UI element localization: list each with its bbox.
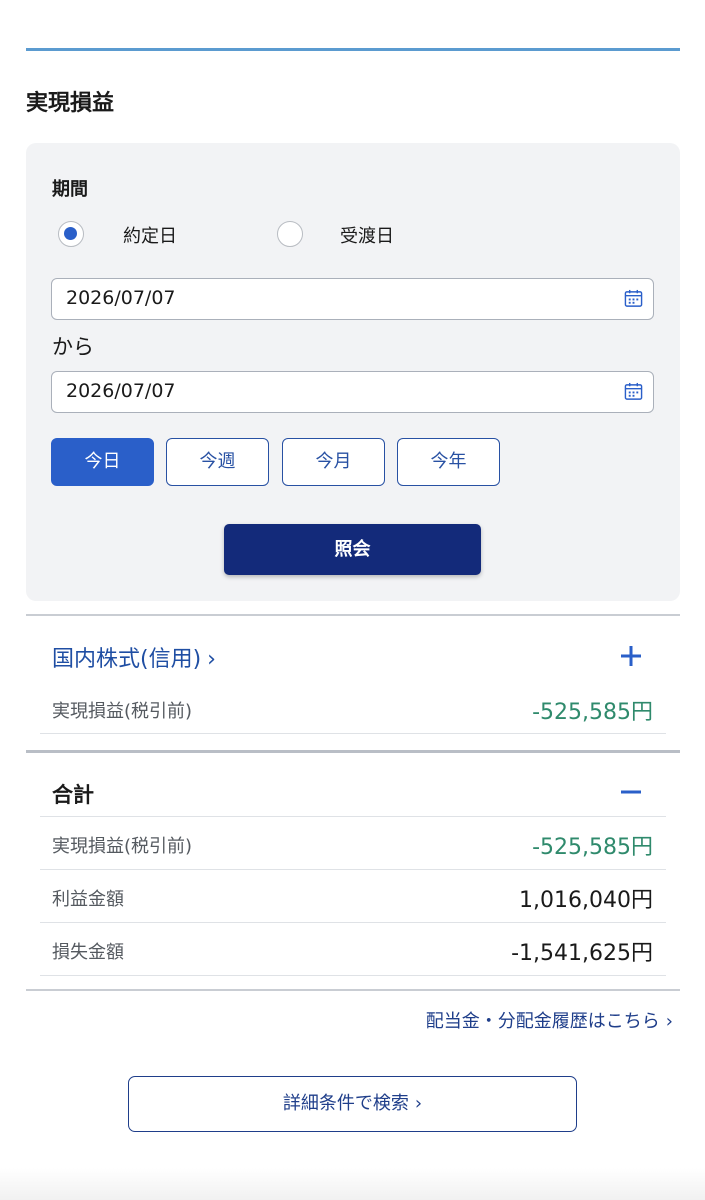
radio-trade-date-label[interactable]: 約定日 <box>123 222 177 248</box>
from-label: から <box>52 335 94 359</box>
advanced-search-button[interactable]: 詳細条件で検索 › <box>128 1076 577 1132</box>
profit-amount-label: 利益金額 <box>52 889 124 910</box>
calendar-icon[interactable] <box>624 382 643 401</box>
bottom-fade <box>0 1168 705 1200</box>
end-date-value: 2026/07/07 <box>66 380 176 402</box>
plus-icon[interactable] <box>618 643 644 669</box>
row-divider <box>40 922 666 923</box>
section-divider <box>26 750 680 753</box>
loss-amount-value: -1,541,625円 <box>511 941 653 966</box>
row-divider <box>40 975 666 976</box>
loss-amount-label: 損失金額 <box>52 942 124 963</box>
this-month-button[interactable]: 今月 <box>282 438 385 486</box>
chevron-right-icon: › <box>207 647 216 672</box>
period-label: 期間 <box>52 179 88 200</box>
minus-icon[interactable] <box>618 779 644 805</box>
domestic-realized-pl-label: 実現損益(税引前) <box>52 701 193 722</box>
chevron-right-icon: › <box>414 1093 423 1114</box>
chevron-right-icon: › <box>665 1011 673 1032</box>
divider <box>26 989 680 991</box>
start-date-value: 2026/07/07 <box>66 287 176 309</box>
profit-amount-value: 1,016,040円 <box>519 888 653 913</box>
total-realized-pl-value: -525,585円 <box>532 835 653 860</box>
page-title: 実現損益 <box>26 91 115 116</box>
query-button[interactable]: 照会 <box>224 524 481 575</box>
this-week-button[interactable]: 今週 <box>166 438 269 486</box>
row-divider <box>40 816 666 817</box>
advanced-search-label: 詳細条件で検索 <box>282 1093 409 1114</box>
today-button[interactable]: 今日 <box>51 438 154 486</box>
row-divider <box>40 869 666 870</box>
dividend-history-label: 配当金・分配金履歴はこちら <box>425 1011 660 1032</box>
radio-settlement-date-label[interactable]: 受渡日 <box>340 222 394 248</box>
domestic-margin-title: 国内株式(信用) <box>52 647 202 672</box>
domestic-realized-pl-value: -525,585円 <box>532 700 653 725</box>
dividend-history-link[interactable]: 配当金・分配金履歴はこちら › <box>426 1007 673 1033</box>
radio-trade-date[interactable] <box>58 221 84 247</box>
total-realized-pl-label: 実現損益(税引前) <box>52 836 193 857</box>
top-divider <box>26 48 680 51</box>
row-divider <box>40 733 666 734</box>
end-date-input[interactable]: 2026/07/07 <box>51 371 654 413</box>
this-year-button[interactable]: 今年 <box>397 438 500 486</box>
filter-panel: 期間 約定日 受渡日 2026/07/07 から 2026/07/07 今日 今… <box>26 143 680 601</box>
divider <box>26 614 680 616</box>
total-title: 合計 <box>52 783 94 807</box>
calendar-icon[interactable] <box>624 289 643 308</box>
start-date-input[interactable]: 2026/07/07 <box>51 278 654 320</box>
domestic-margin-link[interactable]: 国内株式(信用) › <box>52 641 216 673</box>
radio-settlement-date[interactable] <box>277 221 303 247</box>
